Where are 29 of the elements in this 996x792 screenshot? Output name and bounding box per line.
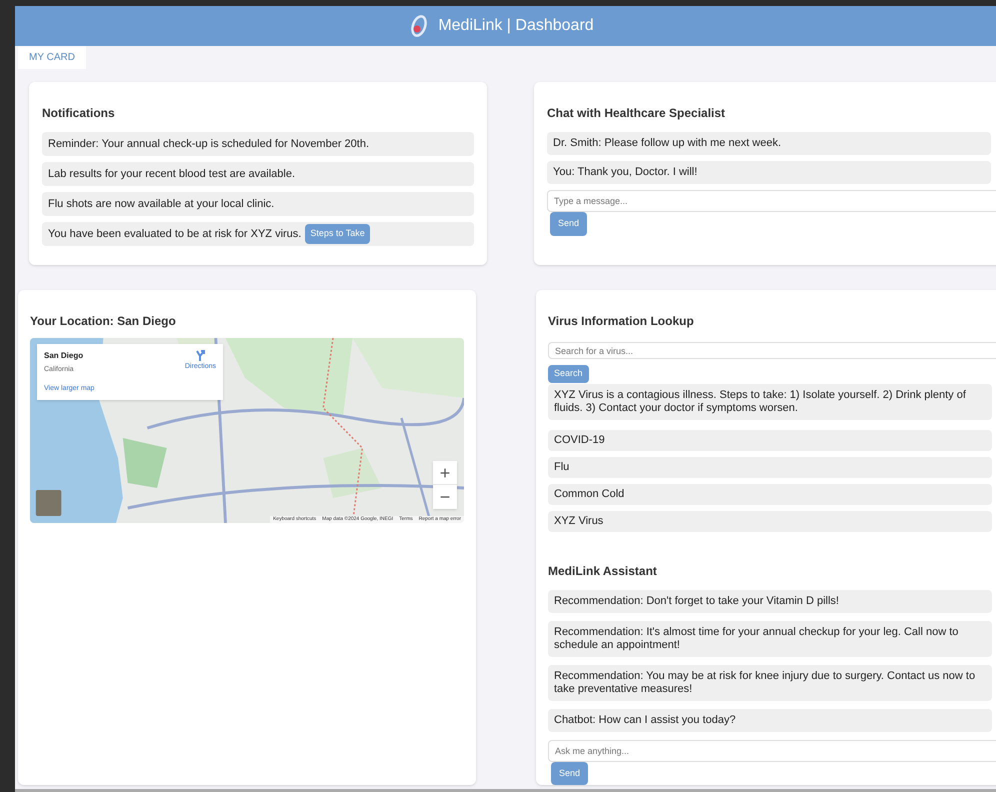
notification-text: Flu shots are now available at your local clinic. <box>48 196 274 212</box>
virus-item[interactable]: XYZ Virus <box>548 510 992 532</box>
card-title: Virus Information Lookup <box>548 313 695 330</box>
header-title: MediLink | Dashboard <box>438 16 594 36</box>
tab[interactable]: MY CARD <box>18 46 86 69</box>
message-field[interactable]: Type a message... <box>547 190 996 212</box>
card-title: MediLink Assistant <box>548 562 658 580</box>
message-bubble: Recommendation: You may be at risk for knee injury due to surgery. Contact us now to take preventative measures! <box>548 664 992 700</box>
message-bubble: Recommendation: Don't forget to take your Vitamin D pills! <box>548 590 992 612</box>
message-bubble: Chatbot: How can I assist you today? <box>548 708 992 732</box>
zoom-out-button[interactable]: − <box>433 485 457 509</box>
notification-text: Reminder: Your annual check-up is scheduled for November 20th. <box>48 136 370 152</box>
message-bubble: Dr. Smith: Please follow up with me next week. <box>547 132 991 155</box>
card-title: Chat with Healthcare Specialist <box>547 105 726 122</box>
notification-text: You have been evaluated to be at risk for XYZ virus. <box>48 226 302 242</box>
message-bubble: XYZ Virus is a contagious illness. Steps to take: 1) Isolate yourself. 2) Drink plenty of fluids. 3) Contact your doctor if symptoms worsen. <box>548 384 992 420</box>
message-bubble: Recommendation: It's almost time for your annual checkup for your leg. Call now to schedule an appointment! <box>548 620 992 656</box>
notification-text: Lab results for your recent blood test are available. <box>48 166 296 182</box>
virus-item[interactable]: COVID-19 <box>548 430 992 450</box>
fork-arrow-icon <box>194 350 206 362</box>
place-name: San Diego <box>44 350 84 362</box>
card-title: Your Location: San Diego <box>30 313 177 330</box>
message-bubble: You: Thank you, Doctor. I will! <box>547 161 991 184</box>
zoom-in-button[interactable]: + <box>433 461 457 485</box>
virus-item[interactable]: Common Cold <box>548 484 992 504</box>
search-field[interactable]: Search for a virus... <box>548 342 996 359</box>
virus-item[interactable]: Flu <box>548 456 992 478</box>
card-title: Notifications <box>42 105 116 122</box>
ask-field[interactable]: Ask me anything... <box>548 740 996 762</box>
